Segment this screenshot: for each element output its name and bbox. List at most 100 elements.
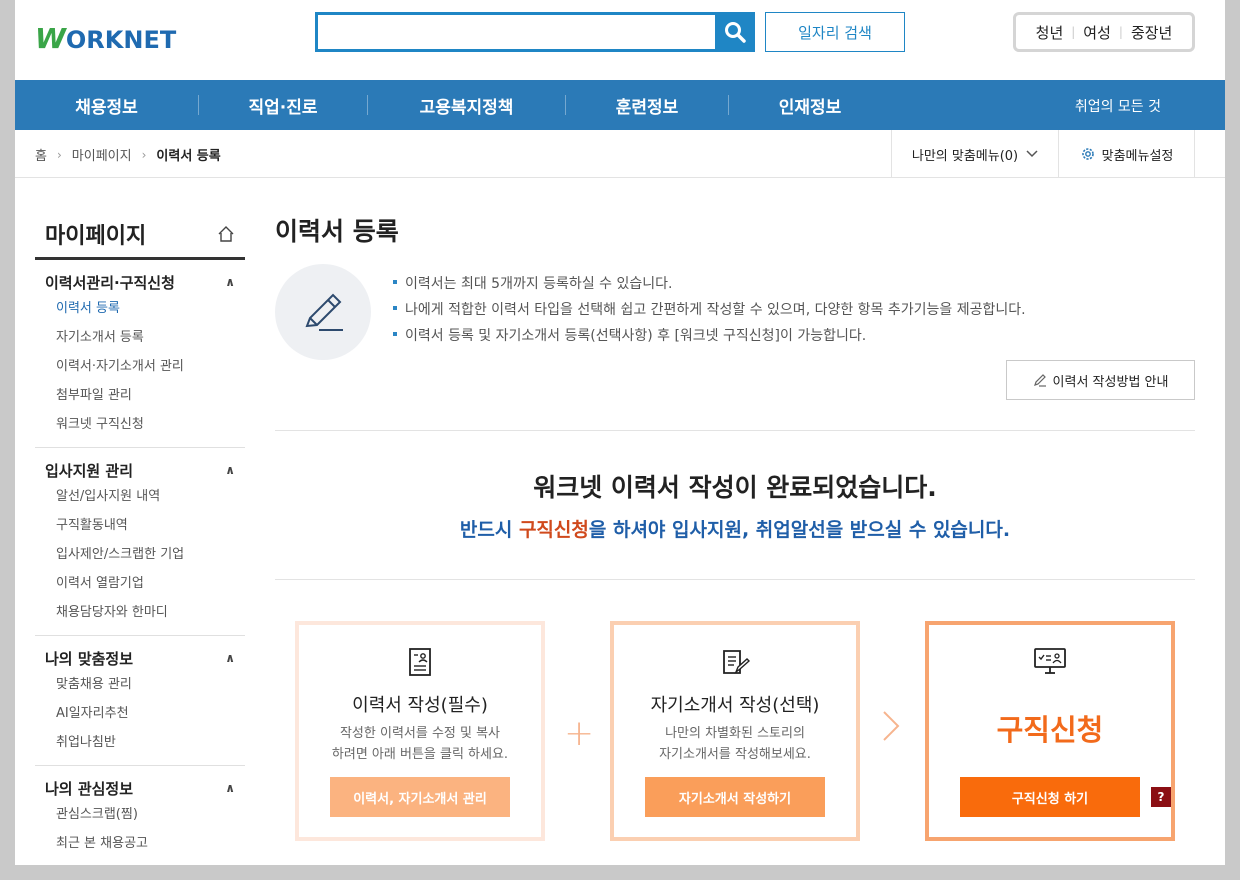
- monitor-checklist-icon: [1034, 648, 1066, 674]
- sidebar-item-activity-history[interactable]: 구직활동내역: [35, 511, 245, 540]
- help-icon[interactable]: ?: [1151, 787, 1171, 807]
- completion-subtitle: 반드시 구직신청을 하셔야 입사지원, 취업알선을 받으실 수 있습니다.: [459, 519, 1011, 541]
- chevron-right-icon: ›: [141, 147, 147, 162]
- sidebar-item-recent-jobs[interactable]: 최근 본 채용공고: [35, 829, 245, 858]
- sidebar-group-interests: 나의 관심정보 ∧ 관심스크랩(찜) 최근 본 채용공고: [35, 766, 245, 865]
- sidebar-item-recruiter-message[interactable]: 채용담당자와 한마디: [35, 598, 245, 627]
- sidebar-item-custom-jobs[interactable]: 맞춤채용 관리: [35, 670, 245, 699]
- breadcrumb-bar: 홈 › 마이페이지 › 이력서 등록 나만의 맞춤메뉴(0) 맞춤메뉴설정: [15, 130, 1225, 178]
- my-custom-menu-dropdown[interactable]: 나만의 맞춤메뉴(0): [891, 130, 1059, 178]
- sidebar-group-applications: 입사지원 관리 ∧ 알선/입사지원 내역 구직활동내역 입사제안/스크랩한 기업 …: [35, 448, 245, 636]
- sidebar-group-header[interactable]: 이력서관리·구직신청 ∧: [35, 270, 245, 294]
- job-search-button[interactable]: 일자리 검색: [765, 12, 905, 52]
- target-middleaged-link[interactable]: 중장년: [1131, 22, 1172, 43]
- search-button[interactable]: [715, 12, 755, 52]
- sidebar-item-attachments[interactable]: 첨부파일 관리: [35, 381, 245, 410]
- divider: |: [1118, 25, 1123, 39]
- card-title: 자기소개서 작성(선택): [650, 695, 820, 716]
- info-bullet: 이력서는 최대 5개까지 등록하실 수 있습니다.: [393, 274, 1026, 300]
- gear-icon: [1081, 148, 1094, 160]
- sidebar-header: 마이페이지: [35, 210, 245, 260]
- nav-item-training[interactable]: 훈련정보: [566, 93, 728, 118]
- manage-resume-button[interactable]: 이력서, 자기소개서 관리: [330, 777, 510, 817]
- resume-document-icon: [409, 648, 431, 676]
- pencil-icon: [1033, 374, 1046, 387]
- card-description: 나만의 차별화된 스토리의 자기소개서를 작성해보세요.: [659, 726, 811, 762]
- sidebar-group-title: 입사지원 관리: [45, 461, 134, 480]
- sidebar-item-career-compass[interactable]: 취업나침반: [35, 728, 245, 757]
- info-bullets: 이력서는 최대 5개까지 등록하실 수 있습니다. 나에게 적합한 이력서 타입…: [393, 274, 1026, 352]
- nav-item-career[interactable]: 직업·진로: [199, 93, 367, 118]
- chevron-right-icon: [883, 711, 900, 741]
- my-custom-menu-label: 나만의 맞춤메뉴(0): [911, 148, 1019, 164]
- sidebar-group-title: 이력서관리·구직신청: [45, 273, 175, 292]
- sidebar-item-resume-viewers[interactable]: 이력서 열람기업: [35, 569, 245, 598]
- sidebar-group-header[interactable]: 나의 관심정보 ∧: [35, 776, 245, 800]
- card-title: 이력서 작성(필수): [352, 695, 488, 716]
- card-title: 구직신청: [996, 713, 1104, 747]
- resume-guide-label: 이력서 작성방법 안내: [1052, 374, 1169, 390]
- target-group-links: 청년 | 여성 | 중장년: [1013, 12, 1195, 52]
- cover-letter-card: 자기소개서 작성(선택) 나만의 차별화된 스토리의 자기소개서를 작성해보세요.…: [610, 621, 860, 841]
- info-bullet: 이력서 등록 및 자기소개서 등록(선택사항) 후 [워크넷 구직신청]이 가능…: [393, 326, 1026, 352]
- resume-guide-button[interactable]: 이력서 작성방법 안내: [1006, 360, 1195, 400]
- chevron-up-icon: ∧: [225, 781, 235, 795]
- sidebar-item-scraps[interactable]: 관심스크랩(찜): [35, 800, 245, 829]
- page-title: 이력서 등록: [275, 217, 399, 246]
- breadcrumb-mypage[interactable]: 마이페이지: [72, 145, 132, 164]
- plus-icon: +: [564, 713, 595, 754]
- logo-text: ORKNET: [65, 26, 177, 54]
- sidebar-group-header[interactable]: 나의 맞춤정보 ∧: [35, 646, 245, 670]
- highlight-job-application: 구직신청: [518, 519, 589, 541]
- resume-card: 이력서 작성(필수) 작성한 이력서를 수정 및 복사 하려면 아래 버튼을 클릭…: [295, 621, 545, 841]
- sidebar-item-resume-register[interactable]: 이력서 등록: [35, 294, 245, 323]
- home-icon[interactable]: [217, 225, 235, 243]
- sidebar-item-job-application[interactable]: 워크넷 구직신청: [35, 410, 245, 439]
- sidebar-group-title: 나의 관심정보: [45, 779, 134, 798]
- sidebar-group-resume: 이력서관리·구직신청 ∧ 이력서 등록 자기소개서 등록 이력서·자기소개서 관리…: [35, 260, 245, 448]
- sidebar-group-custom-info: 나의 맞춤정보 ∧ 맞춤채용 관리 AI일자리추천 취업나침반: [35, 636, 245, 766]
- completion-title: 워크넷 이력서 작성이 완료되었습니다.: [533, 473, 937, 502]
- chevron-up-icon: ∧: [225, 275, 235, 289]
- nav-all-about-jobs[interactable]: 취업의 모든 것: [1075, 96, 1161, 116]
- sidebar-item-application-history[interactable]: 알선/입사지원 내역: [35, 482, 245, 511]
- sidebar-item-cover-letter-register[interactable]: 자기소개서 등록: [35, 323, 245, 352]
- logo-w: W: [35, 22, 66, 55]
- breadcrumb: 홈 › 마이페이지 › 이력서 등록: [35, 145, 221, 165]
- nav-item-jobs[interactable]: 채용정보: [15, 93, 198, 118]
- custom-menu-settings-label: 맞춤메뉴설정: [1101, 148, 1174, 164]
- nav-item-talent[interactable]: 인재정보: [729, 93, 891, 118]
- main-nav: 채용정보 직업·진로 고용복지정책 훈련정보 인재정보 취업의 모든 것: [15, 80, 1225, 130]
- info-bullet: 나에게 적합한 이력서 타입을 선택해 쉽고 간편하게 작성할 수 있으며, 다…: [393, 300, 1026, 326]
- chevron-up-icon: ∧: [225, 651, 235, 665]
- card-description: 작성한 이력서를 수정 및 복사 하려면 아래 버튼을 클릭 하세요.: [331, 726, 509, 762]
- sidebar-item-ai-recommend[interactable]: AI일자리추천: [35, 699, 245, 728]
- pen-icon: [275, 264, 371, 360]
- chevron-up-icon: ∧: [225, 463, 235, 477]
- divider: |: [1071, 25, 1076, 39]
- breadcrumb-current: 이력서 등록: [156, 149, 221, 164]
- divider: [275, 579, 1195, 580]
- sidebar: 마이페이지 이력서관리·구직신청 ∧ 이력서 등록 자기소개서 등록 이력서·자기…: [35, 210, 245, 865]
- chevron-down-icon: [1026, 150, 1038, 158]
- divider: [275, 430, 1195, 431]
- sidebar-group-title: 나의 맞춤정보: [45, 649, 134, 668]
- nav-item-welfare[interactable]: 고용복지정책: [368, 93, 565, 118]
- worknet-logo[interactable]: WORKNET: [35, 22, 176, 55]
- cover-letter-icon: [723, 650, 750, 675]
- sidebar-group-header[interactable]: 입사지원 관리 ∧: [35, 458, 245, 482]
- search-input[interactable]: [315, 12, 755, 52]
- breadcrumb-home[interactable]: 홈: [35, 145, 47, 164]
- sidebar-title: 마이페이지: [45, 223, 147, 249]
- job-application-card: 구직신청 구직신청 하기 ?: [925, 621, 1175, 841]
- sidebar-item-offers-scraps[interactable]: 입사제안/스크랩한 기업: [35, 540, 245, 569]
- sidebar-item-resume-manage[interactable]: 이력서·자기소개서 관리: [35, 352, 245, 381]
- search-icon: [725, 22, 746, 43]
- target-women-link[interactable]: 여성: [1083, 22, 1111, 43]
- apply-job-button[interactable]: 구직신청 하기: [960, 777, 1140, 817]
- target-youth-link[interactable]: 청년: [1036, 22, 1064, 43]
- chevron-right-icon: ›: [56, 147, 62, 162]
- page-frame: WORKNET 일자리 검색 청년 | 여성 | 중장년 채용정보 직업·진로 …: [15, 0, 1225, 865]
- custom-menu-settings-button[interactable]: 맞춤메뉴설정: [1059, 130, 1195, 178]
- write-cover-letter-button[interactable]: 자기소개서 작성하기: [645, 777, 825, 817]
